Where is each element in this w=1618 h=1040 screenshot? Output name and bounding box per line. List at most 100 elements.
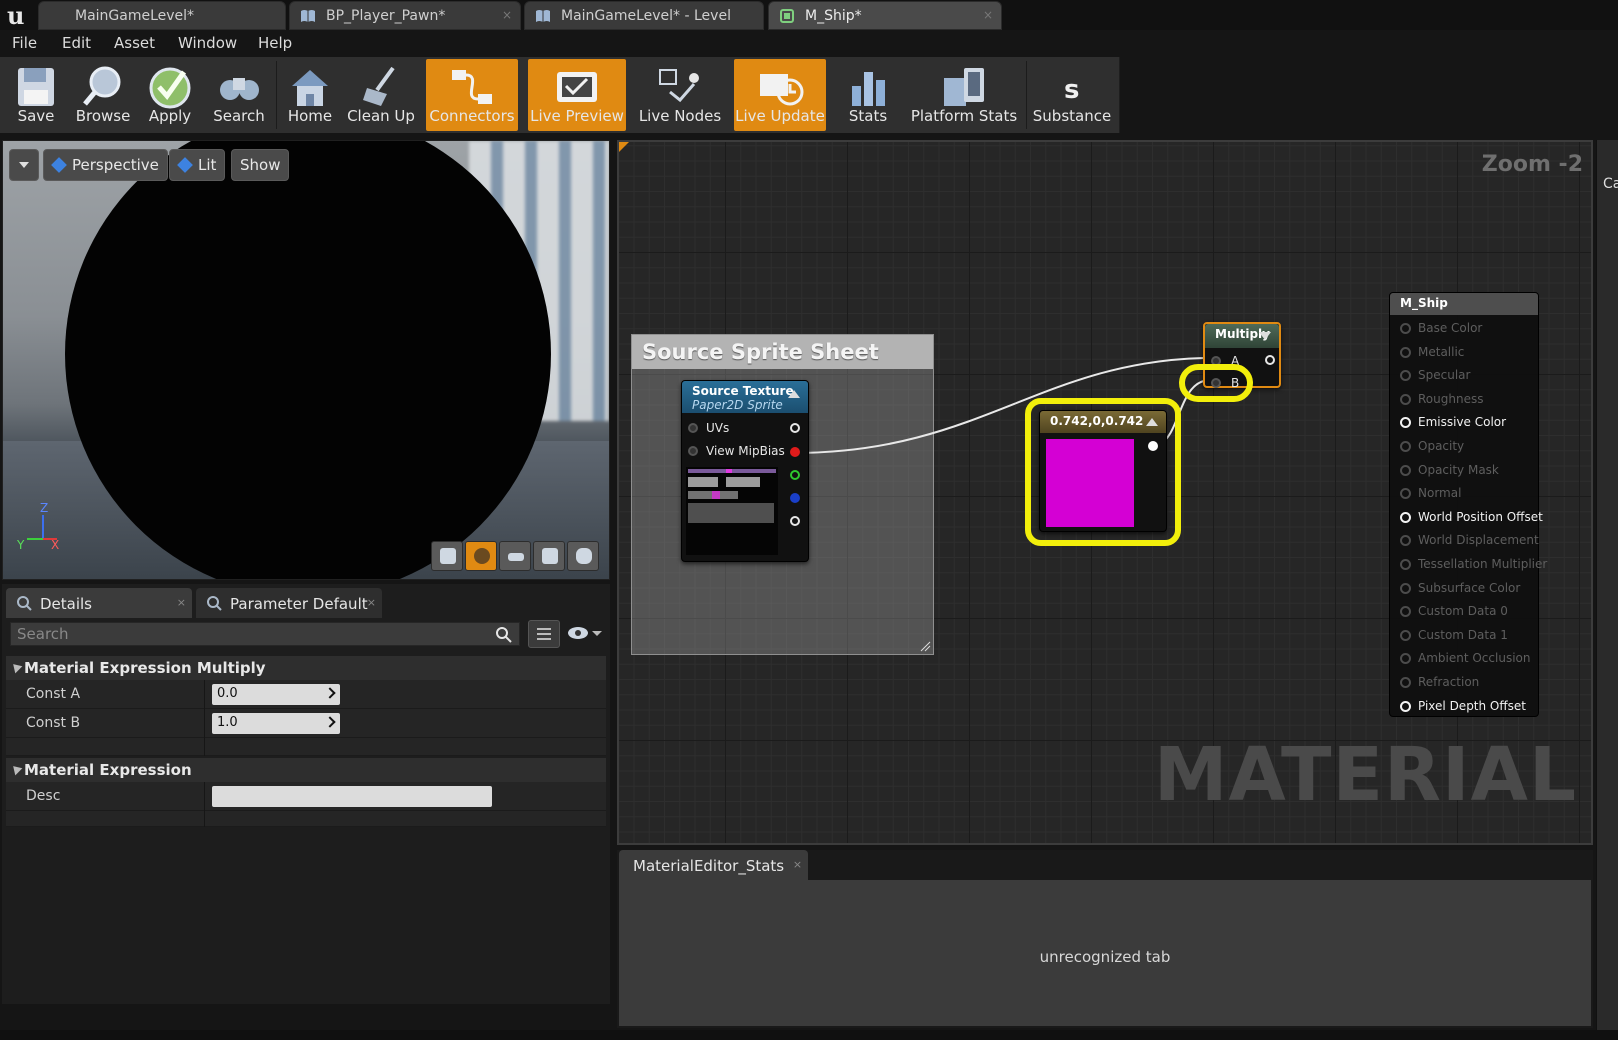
tab-bp-player-pawn[interactable]: BP_Player_Pawn* × [289, 1, 521, 30]
right-side-panel[interactable]: Ca [1596, 140, 1618, 1030]
tab-material-editor-stats[interactable]: MaterialEditor_Stats × [619, 850, 809, 880]
close-icon[interactable]: × [367, 596, 376, 609]
substance-button[interactable]: s Substance [1030, 59, 1114, 131]
input-pin-icon [1400, 559, 1411, 570]
save-button[interactable]: Save [4, 59, 68, 131]
category-title: Material Expression Multiply [24, 659, 266, 677]
property-matrix-button[interactable] [528, 620, 560, 648]
collapse-arrow-icon[interactable] [788, 390, 800, 398]
source-texture-node[interactable]: Source Texture Paper2D Sprite UVs View M… [681, 380, 809, 562]
live-preview-icon [557, 72, 597, 102]
stats-icon [852, 72, 885, 106]
blueprint-icon [536, 10, 550, 22]
substance-icon: s [1064, 75, 1079, 105]
desc-label: Desc [26, 788, 61, 804]
cube-icon [542, 548, 558, 564]
output-g-pin[interactable] [790, 470, 800, 480]
output-a-pin[interactable] [790, 516, 800, 526]
pin-label: UVs [706, 421, 730, 435]
output-pin-icon[interactable] [1265, 355, 1275, 365]
browse-button[interactable]: Browse [70, 59, 136, 131]
result-node-title: M_Ship [1390, 293, 1538, 315]
menu-help[interactable]: Help [258, 34, 292, 52]
live-nodes-button[interactable]: Live Nodes [634, 59, 726, 131]
home-button[interactable]: Home [278, 59, 342, 131]
input-pin-icon [1400, 653, 1411, 665]
preview-sphere [65, 141, 551, 579]
tab-main-game-level-level[interactable]: MainGameLevel* - Level [524, 1, 764, 30]
menu-window[interactable]: Window [178, 34, 237, 52]
close-icon[interactable]: × [983, 8, 993, 22]
pin-label: World Displacement [1418, 533, 1539, 548]
input-pin-icon [1400, 346, 1411, 358]
menu-edit[interactable]: Edit [62, 34, 91, 52]
highlight-constant-node [1025, 398, 1181, 546]
input-pin-icon [1400, 441, 1411, 452]
node-header: Multiply [1205, 324, 1279, 348]
input-pin-icon [1400, 511, 1411, 523]
connectors-button[interactable]: Connectors [426, 59, 518, 131]
axis-y-label: Y [16, 538, 25, 551]
property-row-const-b: Const B 1.0 [6, 709, 606, 738]
close-icon[interactable]: × [177, 596, 186, 609]
column-divider [204, 738, 205, 756]
perspective-icon [51, 157, 67, 173]
search-button[interactable]: Search [204, 59, 274, 131]
stats-message: unrecognized tab [1039, 948, 1171, 966]
preview-viewport[interactable]: Perspective Lit Show Z X Y [2, 140, 610, 580]
live-update-button[interactable]: Live Update [734, 59, 826, 131]
output-b-pin[interactable] [790, 493, 800, 503]
stats-button[interactable]: Stats [836, 59, 900, 131]
pin-label: Pixel Depth Offset [1418, 698, 1526, 713]
live-preview-button[interactable]: Live Preview [528, 59, 626, 131]
tab-label: M_Ship* [805, 8, 862, 24]
perspective-button[interactable]: Perspective [43, 149, 168, 181]
material-graph-canvas[interactable]: Zoom -2 MATERIAL Source Sprite Sheet Sou… [617, 140, 1593, 845]
clean-up-button[interactable]: Clean Up [344, 59, 418, 131]
desc-input[interactable] [212, 786, 492, 807]
platform-stats-button[interactable]: Platform Stats [908, 59, 1020, 131]
pin-label: Metallic [1418, 344, 1465, 359]
tab-m-ship[interactable]: M_Ship* × [768, 1, 1002, 30]
tab-details-label: Details [40, 595, 93, 613]
node-header: Source Texture Paper2D Sprite [682, 381, 808, 413]
preview-mesh-button[interactable] [567, 541, 599, 571]
tab-parameter-default-label: Parameter Default [230, 595, 368, 613]
preview-plane-button[interactable] [499, 541, 531, 571]
tab-details[interactable]: Details × [6, 588, 192, 618]
show-button[interactable]: Show [231, 149, 290, 181]
plane-icon [508, 553, 524, 561]
details-search-input[interactable]: Search [10, 622, 520, 646]
output-r-pin[interactable] [790, 447, 800, 457]
tab-parameter-default[interactable]: Parameter Default × [196, 588, 382, 618]
unreal-logo-icon[interactable]: u [4, 1, 32, 29]
platform-stats-icon [944, 68, 984, 106]
perspective-label: Perspective [72, 156, 159, 174]
preview-cube-button[interactable] [533, 541, 565, 571]
material-result-node[interactable]: M_Ship Base Color Metallic Specular Roughne… [1389, 292, 1547, 717]
pin-label: Emissive Color [1418, 415, 1507, 430]
view-options-button[interactable] [564, 620, 604, 648]
pin-label: Specular [1418, 368, 1471, 383]
menu-file[interactable]: File [12, 34, 37, 52]
material-icon [780, 9, 794, 23]
const-a-input[interactable]: 0.0 [212, 684, 340, 705]
preview-sphere-button[interactable] [465, 541, 497, 571]
menu-asset[interactable]: Asset [114, 34, 155, 52]
input-pin-icon [1400, 323, 1411, 334]
close-icon[interactable]: × [502, 8, 512, 22]
category-material-expression-multiply[interactable]: Material Expression Multiply [6, 656, 606, 680]
const-b-input[interactable]: 1.0 [212, 713, 340, 734]
category-material-expression[interactable]: Material Expression [6, 758, 606, 782]
tab-main-game-level[interactable]: MainGameLevel* [38, 1, 286, 30]
preview-cylinder-button[interactable] [431, 541, 463, 571]
output-rgb-pin[interactable] [790, 423, 800, 433]
lit-button[interactable]: Lit [169, 149, 226, 181]
close-icon[interactable]: × [793, 858, 802, 871]
property-row-desc: Desc [6, 782, 606, 811]
axis-gizmo-icon: Z X Y [16, 501, 59, 551]
viewport-options-button[interactable] [9, 149, 39, 181]
collapse-arrow-icon[interactable] [1259, 332, 1271, 340]
apply-icon [149, 67, 191, 109]
apply-button[interactable]: Apply [138, 59, 202, 131]
